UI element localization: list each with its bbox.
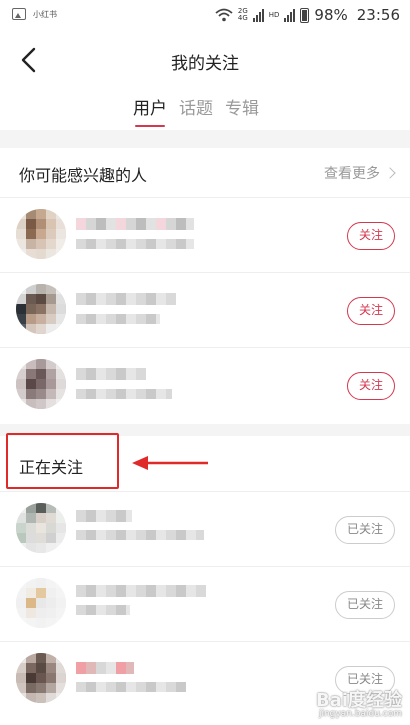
see-more-link[interactable]: 查看更多 <box>324 163 396 183</box>
followed-button[interactable]: 已关注 <box>334 591 395 619</box>
annotation-highlight-box <box>6 433 119 489</box>
suggested-user-row[interactable]: 关注 <box>0 273 410 348</box>
username-placeholder <box>76 510 132 522</box>
tab-albums[interactable]: 专辑 <box>225 94 259 127</box>
avatar <box>16 284 66 334</box>
user-info-placeholder <box>76 239 194 249</box>
follow-button[interactable]: 关注 <box>346 372 395 400</box>
avatar <box>16 503 66 553</box>
followed-button[interactable]: 已关注 <box>334 516 395 544</box>
tab-topics[interactable]: 话题 <box>179 94 213 127</box>
user-info-placeholder <box>76 530 204 540</box>
suggested-header: 你可能感兴趣的人 查看更多 <box>0 148 410 198</box>
username-placeholder <box>76 293 176 305</box>
watermark: Bai度经验 jingyan.baidu.com <box>316 686 402 719</box>
signal-icon <box>252 8 264 22</box>
username-placeholder <box>76 662 134 674</box>
clock: 23:56 <box>356 6 400 24</box>
user-info-placeholder <box>76 605 130 615</box>
avatar <box>16 578 66 628</box>
suggested-user-row[interactable]: 关注 <box>0 198 410 273</box>
user-info-placeholder <box>76 682 186 692</box>
suggested-user-row[interactable]: 关注 <box>0 348 410 423</box>
username-placeholder <box>76 585 206 597</box>
notification-app-label: 小红书 <box>33 9 57 19</box>
watermark-site: jingyan.baidu.com <box>318 709 402 719</box>
page-title: 我的关注 <box>171 54 239 74</box>
hd-label: HD <box>268 10 280 19</box>
annotation-arrow-icon <box>132 456 208 470</box>
avatar <box>16 653 66 703</box>
followed-user-row[interactable]: 已关注 <box>0 567 410 642</box>
suggested-section: 你可能感兴趣的人 查看更多 关注 关注 关注 <box>0 148 410 424</box>
status-bar: 小红书 2G 4G HD 98% 23:56 <box>0 0 410 34</box>
image-notification-icon <box>12 8 26 20</box>
username-placeholder <box>76 218 194 230</box>
battery-percent: 98% <box>314 6 348 24</box>
see-more-label: 查看更多 <box>324 166 380 182</box>
suggested-title: 你可能感兴趣的人 <box>19 166 148 185</box>
chevron-right-icon <box>384 167 396 179</box>
follow-button[interactable]: 关注 <box>346 222 395 250</box>
followed-user-row[interactable]: 已关注 <box>0 492 410 567</box>
avatar <box>16 209 66 259</box>
battery-icon <box>300 7 310 23</box>
header: 我的关注 用户 话题 专辑 <box>0 34 410 130</box>
tab-bar: 用户 话题 专辑 <box>133 94 259 127</box>
signal-icon-2 <box>284 8 296 22</box>
watermark-brand: Bai度经验 <box>315 690 402 711</box>
network-type-label: 2G 4G <box>238 8 248 22</box>
user-info-placeholder <box>76 389 172 399</box>
user-info-placeholder <box>76 314 160 324</box>
network-4g-label: 4G <box>237 14 248 22</box>
follow-button[interactable]: 关注 <box>346 297 395 325</box>
avatar <box>16 359 66 409</box>
tab-users[interactable]: 用户 <box>133 94 167 127</box>
username-placeholder <box>76 368 146 380</box>
wifi-icon <box>215 8 233 22</box>
